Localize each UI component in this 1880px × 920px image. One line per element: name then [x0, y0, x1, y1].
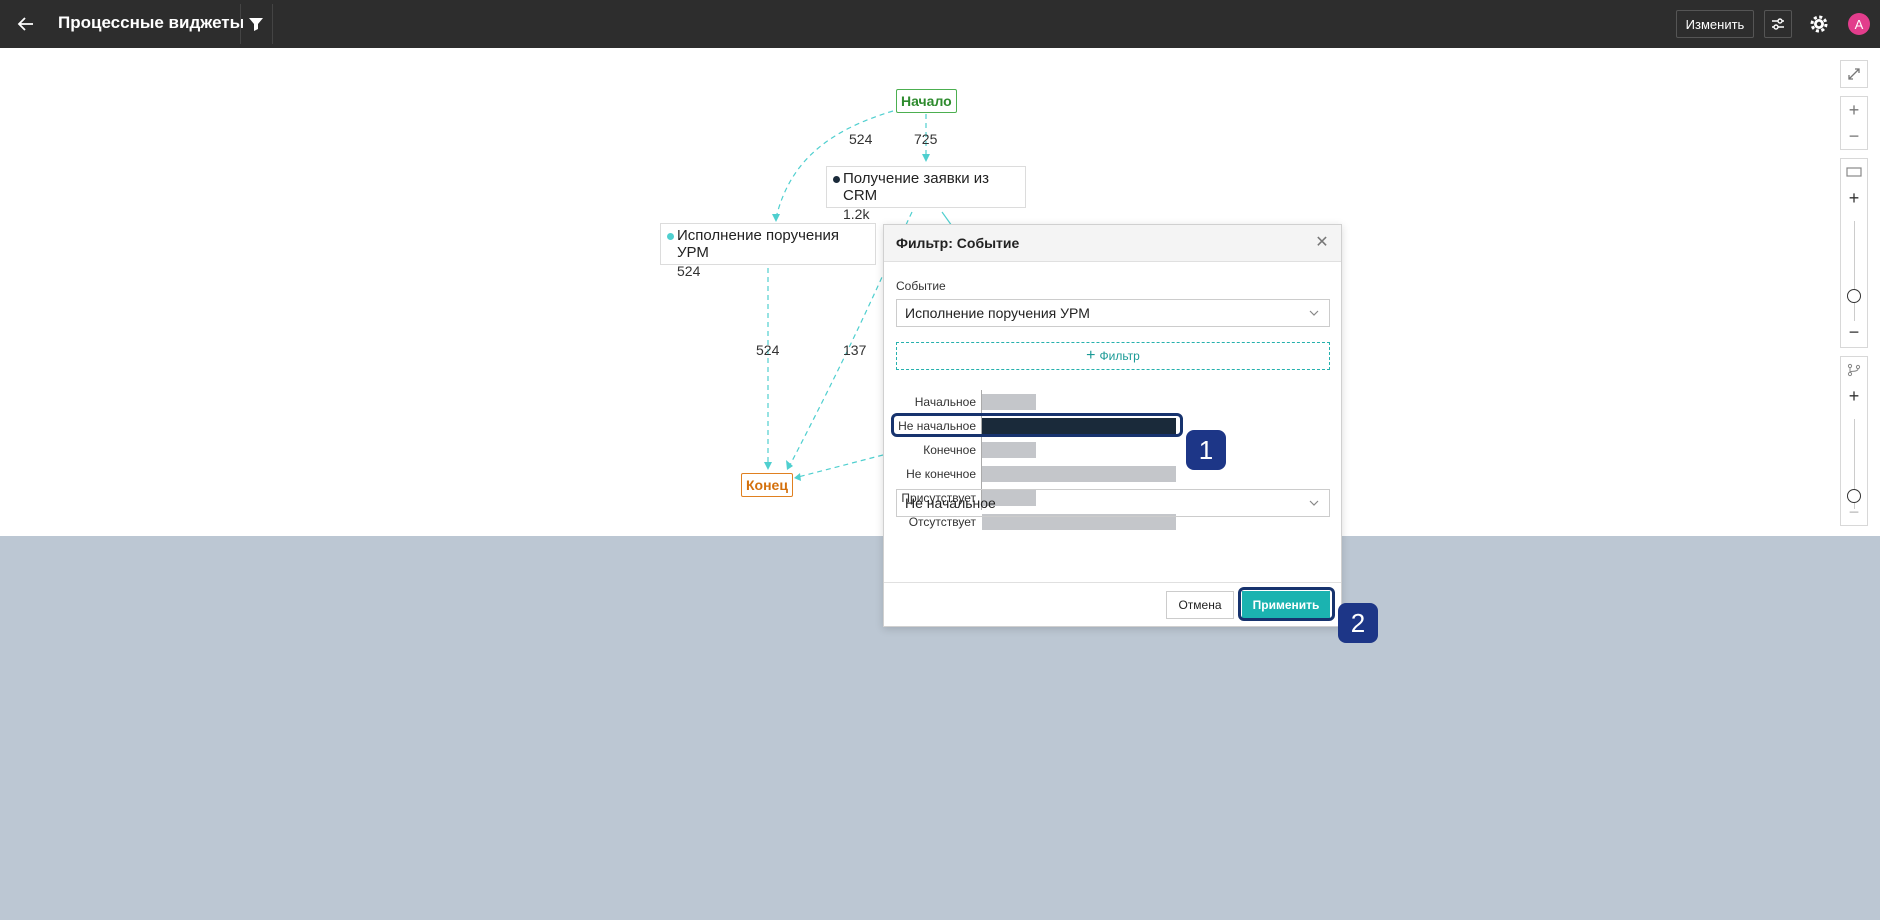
- events-minus-button[interactable]: −: [1841, 319, 1867, 345]
- node-label: Исполнение поручения УРМ: [677, 227, 840, 261]
- bar[interactable]: [982, 394, 1036, 410]
- events-icon: [1841, 159, 1867, 185]
- node-dot-icon: [833, 176, 840, 183]
- edge-arrow: [772, 214, 780, 222]
- slider-track: [1854, 221, 1855, 321]
- node-count: 1.2k: [843, 206, 870, 222]
- branch-icon: [1841, 357, 1867, 383]
- event-node-crm[interactable]: Получение заявки из CRM 1.2k: [826, 166, 1026, 222]
- bar-label[interactable]: Не конечное: [896, 467, 976, 481]
- fullscreen-button[interactable]: [1840, 60, 1868, 88]
- bar-label[interactable]: Конечное: [896, 443, 976, 457]
- position-select-value: Не начальное: [905, 495, 996, 511]
- chevron-down-icon: [1309, 500, 1319, 506]
- step-badge-1: 1: [1186, 430, 1226, 470]
- event-select[interactable]: Исполнение поручения УРМ: [896, 299, 1330, 327]
- node-label: Получение заявки из CRM: [843, 170, 990, 204]
- slider-paths: + −: [1840, 356, 1868, 526]
- edge-arrow: [786, 460, 793, 470]
- chevron-down-icon: [1309, 310, 1319, 316]
- position-select[interactable]: Не начальное: [896, 489, 1330, 517]
- events-plus-button[interactable]: +: [1841, 185, 1867, 211]
- zoom-out-button[interactable]: −: [1841, 123, 1867, 149]
- zoom-buttons: + −: [1840, 96, 1868, 150]
- edge-label: 524: [849, 131, 873, 147]
- highlight-box-2: [1238, 587, 1335, 621]
- add-filter-label: Фильтр: [1099, 349, 1140, 363]
- step-badge-2: 2: [1338, 603, 1378, 643]
- edge-label: 725: [914, 131, 938, 147]
- cancel-button[interactable]: Отмена: [1166, 591, 1234, 619]
- expand-icon: [1848, 68, 1860, 80]
- end-node[interactable]: Конец: [741, 473, 793, 497]
- bar-label[interactable]: Начальное: [896, 395, 976, 409]
- dialog-title: Фильтр: Событие: [896, 235, 1020, 251]
- event-field-label: Событие: [896, 279, 946, 293]
- edge-arrow: [764, 462, 772, 470]
- node-dot-icon: [667, 233, 674, 240]
- bar[interactable]: [982, 466, 1176, 482]
- bar[interactable]: [982, 442, 1036, 458]
- edge-label: 137: [843, 342, 867, 358]
- add-filter-button[interactable]: + Фильтр: [896, 342, 1330, 370]
- zoom-in-button[interactable]: +: [1841, 97, 1867, 123]
- edge-arrow: [794, 473, 801, 481]
- slider-events: + −: [1840, 158, 1868, 348]
- bar-label[interactable]: Отсутствует: [896, 515, 976, 529]
- paths-plus-button[interactable]: +: [1841, 383, 1867, 409]
- event-select-value: Исполнение поручения УРМ: [905, 305, 1090, 321]
- edge-arrow: [922, 154, 930, 162]
- start-node[interactable]: Начало: [896, 89, 957, 113]
- edge-label: 524: [756, 342, 780, 358]
- edge: [797, 454, 884, 478]
- node-count: 524: [677, 263, 701, 279]
- dialog-header: Фильтр: Событие ✕: [884, 225, 1341, 262]
- event-node-urm[interactable]: Исполнение поручения УРМ 524: [660, 223, 876, 279]
- slider-knob[interactable]: [1847, 289, 1861, 303]
- plus-icon: +: [1086, 347, 1096, 364]
- close-icon[interactable]: ✕: [1313, 233, 1331, 251]
- highlight-box-1: [891, 413, 1183, 437]
- paths-minus-button[interactable]: −: [1841, 499, 1867, 525]
